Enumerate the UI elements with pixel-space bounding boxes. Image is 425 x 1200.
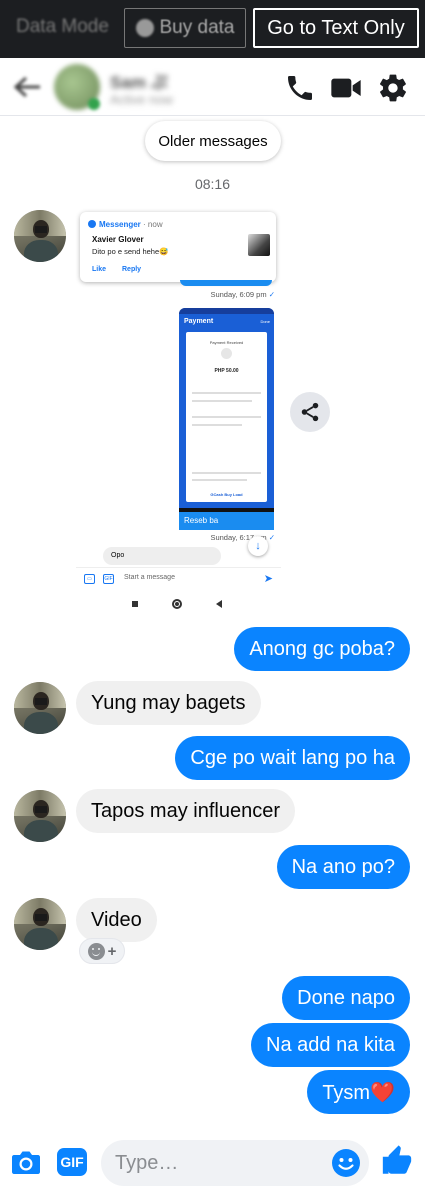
screenshot-reply: Opo (103, 547, 221, 565)
notification-app: Messenger · now (88, 220, 163, 229)
thumbs-up-icon[interactable] (380, 1144, 414, 1178)
notification-sender: Xavier Glover (92, 235, 144, 244)
contact-avatar-small[interactable] (14, 682, 66, 734)
data-mode-label: Data Mode (16, 16, 109, 37)
message-outgoing[interactable]: Anong gc poba? (234, 627, 410, 671)
payment-receipt-image: Payment Done Payment Received PHP 50.00 … (179, 308, 274, 530)
message-outgoing[interactable]: Cge po wait lang po ha (175, 736, 410, 780)
active-status-dot (88, 98, 100, 110)
message-outgoing[interactable]: Tysm❤️ (307, 1070, 410, 1114)
share-icon (301, 402, 319, 422)
gif-icon: GIF (103, 574, 114, 584)
gif-button[interactable]: GIF (57, 1148, 87, 1176)
message-incoming[interactable]: Yung may bagets (76, 681, 261, 725)
notification-thumbnail (248, 234, 270, 256)
phone-icon[interactable] (284, 72, 316, 104)
receipt-card: Payment Received PHP 50.00 GCash Buy Loa… (186, 332, 267, 502)
data-icon (135, 19, 154, 37)
back-arrow-icon[interactable] (14, 76, 42, 98)
screenshot-caption: Reseb ba (179, 512, 274, 530)
chat-header: Sam ぷ Active now (0, 58, 425, 116)
smiley-icon (87, 942, 105, 960)
contact-name[interactable]: Sam ぷ (110, 68, 168, 93)
screenshot-composer: ▭ GIF Start a message ➤ (76, 567, 281, 589)
image-icon: ▭ (84, 574, 95, 584)
android-nav-bar (76, 592, 281, 614)
notification-like: Like (92, 266, 107, 273)
message-composer: GIF (0, 1130, 425, 1200)
older-messages-button[interactable]: Older messages (145, 121, 281, 161)
shared-screenshot-image[interactable]: Messenger · now Xavier Glover Dito po e … (76, 200, 281, 620)
contact-status: Active now (110, 92, 173, 107)
send-icon: ➤ (263, 573, 273, 585)
scroll-down-icon: ↓ (248, 536, 268, 556)
buy-data-button[interactable]: Buy data (124, 8, 246, 48)
buy-data-label: Buy data (159, 17, 235, 38)
camera-icon[interactable] (10, 1146, 42, 1178)
notification-card: Messenger · now Xavier Glover Dito po e … (80, 212, 276, 282)
video-camera-icon[interactable] (330, 72, 362, 104)
data-mode-bar: Data Mode Buy data Go to Text Only (0, 0, 425, 58)
add-reaction-button[interactable]: + (79, 938, 125, 964)
message-outgoing[interactable]: Na add na kita (251, 1023, 410, 1067)
contact-avatar-small[interactable] (14, 898, 66, 950)
contact-avatar-small[interactable] (14, 790, 66, 842)
plus-icon: + (107, 942, 117, 960)
text-only-button[interactable]: Go to Text Only (253, 8, 419, 48)
message-incoming[interactable]: Tapos may influencer (76, 789, 295, 833)
notification-reply: Reply (122, 266, 142, 273)
emoji-icon[interactable] (331, 1148, 361, 1178)
payment-done: Done (260, 319, 270, 324)
notification-message: Dito po e send hehe😅 (92, 247, 169, 256)
messenger-icon (88, 220, 96, 228)
thread-timestamp: 08:16 (194, 176, 231, 192)
message-input-box[interactable] (101, 1140, 369, 1186)
payment-title: Payment (184, 318, 214, 325)
message-incoming[interactable]: Video (76, 898, 157, 942)
share-button[interactable] (290, 392, 330, 432)
message-outgoing[interactable]: Done napo (282, 976, 410, 1020)
message-outgoing[interactable]: Na ano po? (276, 845, 410, 889)
message-input[interactable] (115, 1140, 325, 1186)
contact-avatar-small[interactable] (14, 210, 66, 262)
gear-icon[interactable] (377, 72, 409, 104)
screenshot-timestamp-1: Sunday, 6:09 pm ✓ (210, 290, 275, 299)
